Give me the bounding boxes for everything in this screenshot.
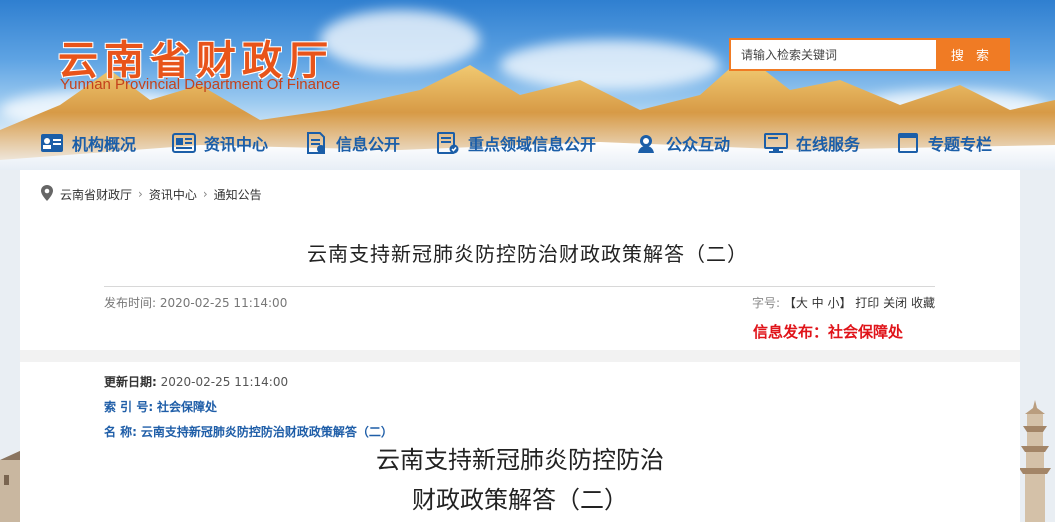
article-tools: 字号: 【大 中 小】 打印 关闭 收藏 (752, 294, 935, 311)
column-icon (896, 131, 920, 155)
article-body-title-line2: 财政政策解答（二） (412, 486, 628, 514)
doc-name-value: 云南支持新冠肺炎防控防治财政政策解答（二） (140, 425, 393, 439)
breadcrumb-separator: › (138, 187, 143, 201)
chat-icon (634, 131, 658, 155)
nav-item-label: 专题专栏 (928, 135, 993, 154)
index-number-value: 社会保障处 (156, 400, 217, 414)
nav-item-org-overview[interactable]: 机构概况 (40, 131, 136, 155)
publish-time-label: 发布时间: (104, 296, 157, 310)
nav-item-online-service[interactable]: 在线服务 (764, 131, 860, 155)
update-date-row: 更新日期: 2020-02-25 11:14:00 (104, 373, 288, 390)
breadcrumb-home-link[interactable]: 云南省财政厅 (60, 186, 132, 203)
favorite-link[interactable]: 收藏 (911, 296, 935, 310)
publish-time: 发布时间: 2020-02-25 11:14:00 (104, 294, 287, 311)
font-size-selector[interactable]: 【大 中 小】 (784, 296, 852, 310)
org-chart-icon (40, 131, 64, 155)
search-box: 搜 索 (729, 38, 1010, 71)
index-number-label: 索 引 号: (104, 400, 154, 414)
nav-item-news-center[interactable]: 资讯中心 (172, 131, 268, 155)
site-logo-english: Yunnan Provincial Department Of Finance (60, 76, 341, 93)
nav-item-label: 信息公开 (336, 135, 401, 154)
nav-item-public-interaction[interactable]: 公众互动 (634, 131, 730, 155)
main-nav: 机构概况 资讯中心 信息公开 重点领域信息公开 公众互动 在线服务 专题专栏 (0, 128, 1055, 162)
doc-name-row: 名 称: 云南支持新冠肺炎防控防治财政政策解答（二） (104, 423, 393, 440)
key-info-icon (436, 131, 460, 155)
font-size-label: 字号: (751, 296, 780, 310)
nav-item-special-column[interactable]: 专题专栏 (896, 131, 992, 155)
document-icon (304, 131, 328, 155)
divider (104, 286, 935, 287)
publisher-info: 信息发布：社会保障处 (753, 323, 904, 341)
update-date-value: 2020-02-25 11:14:00 (160, 375, 289, 389)
breadcrumb-separator: › (202, 187, 208, 201)
doc-name-label: 名 称: (104, 425, 137, 439)
update-date-label: 更新日期: (104, 375, 157, 389)
index-number-row: 索 引 号: 社会保障处 (104, 398, 217, 415)
publish-time-value: 2020-02-25 11:14:00 (159, 296, 288, 310)
close-link[interactable]: 关闭 (883, 296, 907, 310)
breadcrumb-news-center-link[interactable]: 资讯中心 (149, 186, 197, 203)
nav-item-info-disclosure[interactable]: 信息公开 (304, 131, 400, 155)
print-link[interactable]: 打印 (855, 296, 879, 310)
location-pin-icon (40, 184, 54, 204)
nav-item-label: 在线服务 (796, 135, 861, 154)
news-icon (172, 131, 196, 155)
breadcrumb-notice-link[interactable]: 通知公告 (214, 186, 262, 203)
nav-item-label: 重点领域信息公开 (468, 135, 597, 154)
page-title: 云南支持新冠肺炎防控防治财政政策解答（二） (307, 242, 748, 266)
breadcrumb: 云南省财政厅 › 资讯中心 › 通知公告 (40, 180, 262, 208)
nav-item-label: 资讯中心 (204, 135, 269, 154)
section-divider (20, 350, 1020, 362)
monitor-icon (764, 131, 788, 155)
article-body-title: 云南支持新冠肺炎防控防治 财政政策解答（二） (0, 440, 1040, 520)
search-button[interactable]: 搜 索 (936, 40, 1008, 69)
nav-item-key-area-info[interactable]: 重点领域信息公开 (436, 131, 596, 155)
article-body-title-line1: 云南支持新冠肺炎防控防治 (376, 446, 664, 474)
nav-item-label: 机构概况 (72, 135, 137, 154)
search-input[interactable] (731, 40, 936, 69)
nav-item-label: 公众互动 (666, 135, 731, 154)
